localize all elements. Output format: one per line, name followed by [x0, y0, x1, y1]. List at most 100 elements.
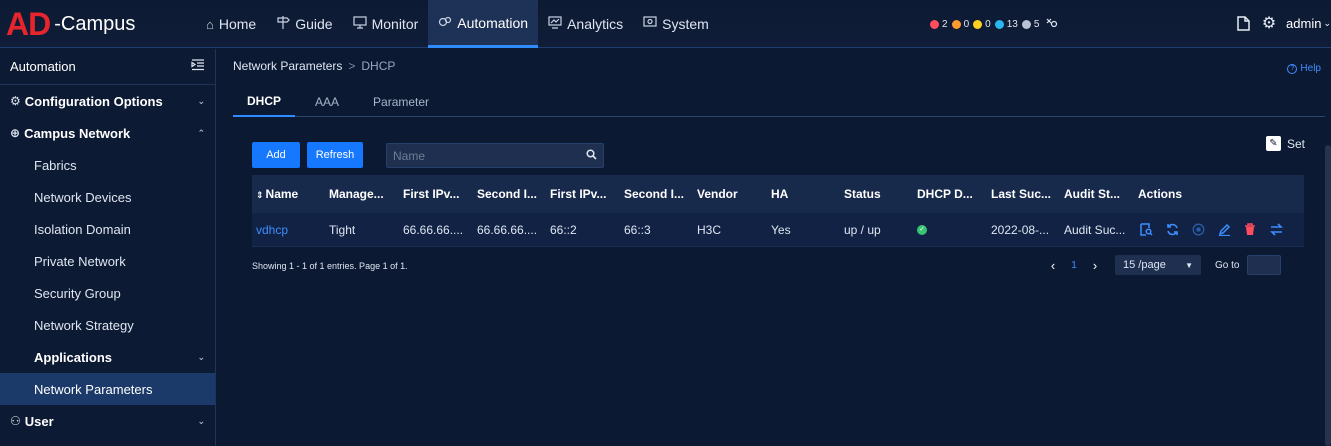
cell-actions [1134, 222, 1304, 238]
sidebar-item-fabrics[interactable]: Fabrics [0, 149, 215, 181]
page-number[interactable]: 1 [1063, 260, 1085, 271]
sidebar-item-label: Configuration Options [24, 93, 163, 109]
help-link[interactable]: ? Help [1287, 63, 1321, 74]
col-status: Status [844, 187, 881, 201]
prev-page-icon[interactable]: ‹ [1043, 258, 1063, 273]
breadcrumb-item-network-parameters[interactable]: Network Parameters [233, 59, 342, 73]
alarm-info-count: 5 [1033, 18, 1040, 30]
top-bar: AD -Campus ⌂ Home Guide Monitor Automati… [0, 0, 1331, 48]
chevron-up-icon: ⌃ [197, 127, 205, 138]
col-first-ipv4: First IPv... [403, 187, 460, 201]
nav-monitor[interactable]: Monitor [343, 0, 429, 48]
tab-parameter[interactable]: Parameter [359, 87, 443, 117]
sidebar-item-private-network[interactable]: Private Network [0, 245, 215, 277]
sidebar-item-user[interactable]: ⚇ User ⌄ [0, 405, 215, 437]
sort-icon[interactable]: ⇕ [256, 190, 264, 200]
signpost-icon [276, 16, 291, 32]
automation-icon [438, 15, 452, 31]
goto-page-input[interactable] [1247, 255, 1282, 275]
goto-label: Go to [1215, 259, 1240, 271]
table-header: ⇕ Name Manage... First IPv... Second I...… [252, 175, 1304, 213]
nav-analytics[interactable]: Analytics [538, 0, 633, 48]
sidebar-item-label: Network Strategy [34, 317, 134, 333]
col-last-success: Last Suc... [991, 187, 1052, 201]
search-icon[interactable] [586, 148, 597, 163]
add-button[interactable]: Add [252, 142, 300, 168]
page-size-select[interactable]: 15 /page ▼ [1115, 255, 1201, 275]
caret-down-icon: ▼ [1185, 260, 1193, 270]
alarm-warning[interactable]: 13 [994, 19, 1018, 30]
nav-home[interactable]: ⌂ Home [196, 0, 266, 48]
sync-icon[interactable] [1164, 222, 1180, 238]
user-menu[interactable]: admin [1286, 16, 1321, 31]
col-actions: Actions [1138, 187, 1183, 201]
check-circle-icon: ✓ [917, 225, 927, 236]
alarm-major[interactable]: 0 [951, 18, 970, 30]
alarm-major-count: 0 [963, 18, 970, 30]
sidebar-item-configuration-options[interactable]: ⚙ Configuration Options ⌄ [0, 85, 215, 117]
col-name[interactable]: ⇕ Name [252, 187, 325, 201]
cell-audit-status: Audit Suc... [1064, 222, 1126, 237]
chevron-down-icon[interactable]: ⌄ [1323, 18, 1331, 29]
globe-icon: ⊕ [10, 126, 21, 140]
sidebar-item-label: User [24, 413, 54, 429]
tab-aaa[interactable]: AAA [301, 87, 353, 117]
sidebar-item-network-parameters[interactable]: Network Parameters [0, 373, 215, 405]
sidebar-item-applications[interactable]: Applications ⌄ [0, 341, 215, 373]
nav-automation-label: Automation [457, 14, 529, 31]
refresh-button[interactable]: Refresh [307, 142, 363, 168]
help-label: Help [1300, 63, 1321, 74]
sidebar-header: Automation [0, 49, 215, 85]
switch-icon[interactable] [1268, 222, 1284, 238]
col-ha: HA [771, 187, 789, 201]
breadcrumb: Network Parameters > DHCP [233, 59, 395, 73]
search-input[interactable] [393, 148, 586, 163]
col-second-ipv6: Second I... [624, 187, 685, 201]
cell-dhcp-d: ✓ [913, 223, 987, 237]
sidebar-title: Automation [10, 59, 76, 74]
sidebar-item-network-strategy[interactable]: Network Strategy [0, 309, 215, 341]
row-name-link[interactable]: vdhcp [252, 223, 325, 237]
nav-system[interactable]: System [633, 0, 719, 48]
edit-icon[interactable] [1216, 222, 1232, 238]
scrollbar[interactable] [1325, 145, 1331, 446]
delete-icon[interactable] [1242, 222, 1258, 238]
sidebar-item-network-devices[interactable]: Network Devices [0, 181, 215, 213]
col-dhcp-d: DHCP D... [917, 187, 973, 201]
dhcp-table: ⇕ Name Manage... First IPv... Second I...… [252, 175, 1304, 247]
settings-icon: ⚙ [10, 94, 21, 108]
view-detail-icon[interactable] [1138, 222, 1154, 238]
nav-system-label: System [662, 16, 709, 32]
nav-guide-label: Guide [295, 16, 333, 32]
nav-automation[interactable]: Automation [428, 0, 539, 48]
sidebar-item-security-group[interactable]: Security Group [0, 277, 215, 309]
alarm-minor-icon [973, 19, 983, 29]
alarm-info[interactable]: 5 [1021, 18, 1040, 30]
alarm-summary[interactable]: 2 0 0 13 5 [930, 16, 1059, 32]
document-icon[interactable] [1232, 12, 1254, 34]
alarm-minor[interactable]: 0 [973, 19, 991, 30]
help-icon: ? [1287, 63, 1298, 74]
settings-icon: ✎ [1265, 136, 1281, 151]
gear-icon[interactable]: ⚙ [1258, 12, 1280, 34]
nav-home-label: Home [218, 16, 257, 32]
next-page-icon[interactable]: › [1085, 258, 1105, 273]
collapse-menu-icon[interactable] [191, 59, 205, 74]
nav-guide[interactable]: Guide [266, 0, 342, 48]
app-logo[interactable]: AD -Campus [6, 8, 135, 40]
alarm-minor-count: 0 [985, 18, 991, 30]
sidebar-item-label: Isolation Domain [34, 221, 131, 237]
alarm-critical[interactable]: 2 [930, 19, 948, 30]
analytics-icon [548, 16, 562, 32]
set-button[interactable]: ✎ Set [1265, 136, 1305, 151]
sidebar-item-isolation-domain[interactable]: Isolation Domain [0, 213, 215, 245]
tools-icon[interactable] [1045, 17, 1059, 32]
logo-text: -Campus [54, 13, 136, 35]
tab-dhcp[interactable]: DHCP [233, 87, 296, 117]
stop-icon[interactable] [1190, 222, 1206, 238]
sidebar-item-campus-network[interactable]: ⊕ Campus Network ⌃ [0, 117, 215, 149]
breadcrumb-separator: > [348, 59, 356, 73]
cell-first-ipv4: 66.66.66.... [403, 222, 464, 237]
user-group-icon: ⚇ [10, 414, 21, 428]
pagination-info: Showing 1 - 1 of 1 entries. Page 1 of 1. [252, 261, 408, 271]
